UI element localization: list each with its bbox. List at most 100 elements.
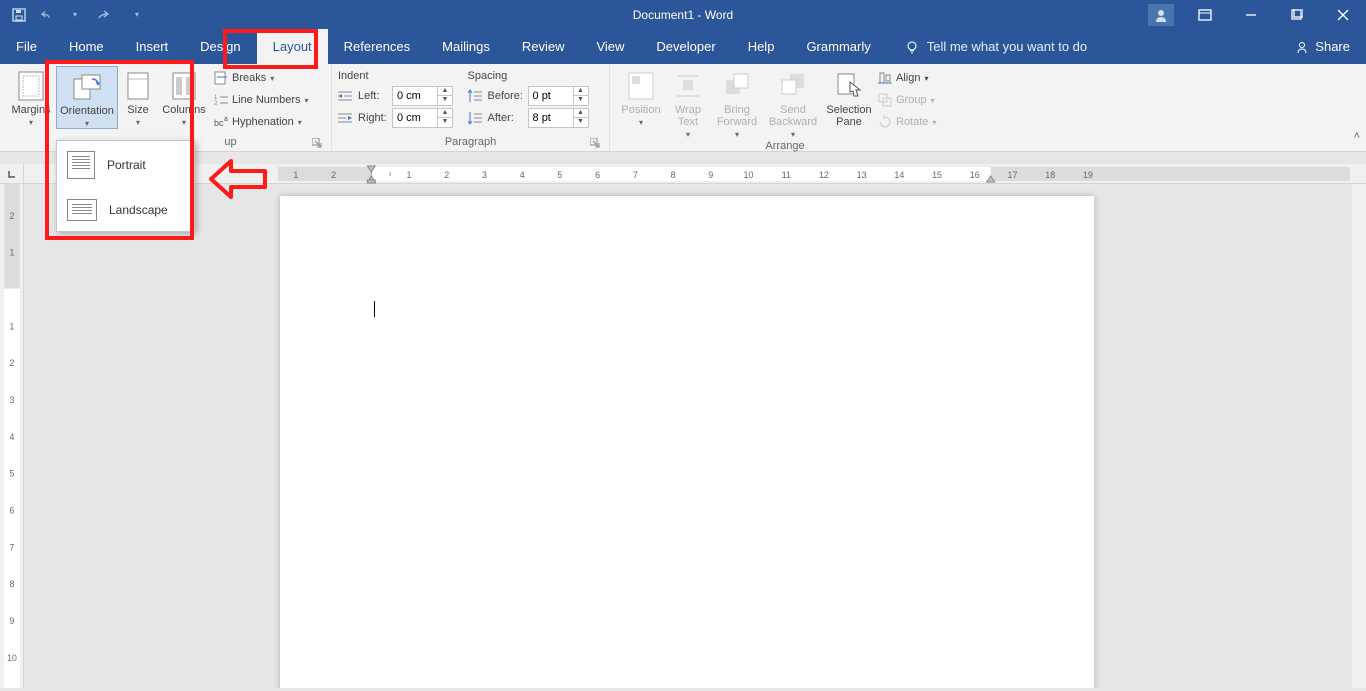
svg-text:14: 14 — [894, 170, 904, 180]
qat-customize-icon[interactable]: ▾ — [130, 8, 144, 22]
spacing-after-input[interactable]: ▲▼ — [528, 108, 589, 128]
tab-layout[interactable]: Layout — [257, 29, 328, 64]
quick-access-toolbar: ▾ ▾ — [0, 8, 144, 22]
bring-forward-icon — [721, 70, 753, 102]
dialog-launcher-icon[interactable] — [311, 138, 323, 150]
svg-text:11: 11 — [782, 170, 791, 180]
spacing-after-label: After: — [488, 112, 524, 124]
svg-text:8: 8 — [671, 170, 676, 180]
tab-references[interactable]: References — [328, 29, 426, 64]
svg-text:2: 2 — [214, 101, 218, 107]
spacing-before-icon — [468, 89, 484, 103]
svg-text:1: 1 — [10, 321, 15, 331]
spacing-before-input[interactable]: ▲▼ — [528, 86, 589, 106]
share-button[interactable]: Share — [1295, 29, 1366, 64]
indent-right-input[interactable]: ▲▼ — [392, 108, 453, 128]
collapse-ribbon-icon[interactable]: ˄ — [1354, 130, 1360, 142]
minimize-button[interactable] — [1228, 0, 1274, 29]
svg-text:15: 15 — [932, 170, 942, 180]
svg-text:2: 2 — [10, 358, 15, 368]
undo-more-icon[interactable]: ▾ — [68, 8, 82, 22]
chevron-down-icon: ▾ — [29, 118, 33, 127]
send-backward-button: Send Backward▾ — [764, 66, 822, 139]
spin-down-icon[interactable]: ▼ — [574, 96, 588, 105]
document-workspace[interactable] — [24, 184, 1352, 688]
tab-insert[interactable]: Insert — [120, 29, 185, 64]
orientation-portrait[interactable]: Portrait — [57, 141, 194, 189]
horizontal-ruler[interactable]: 21 12345678910111213141516171819 — [0, 164, 1366, 184]
columns-button[interactable]: Columns ▾ — [158, 66, 210, 127]
svg-text:13: 13 — [857, 170, 867, 180]
group-arrange: Position▾ Wrap Text▾ Bring Forward▾ Send… — [610, 64, 960, 151]
tab-view[interactable]: View — [580, 29, 640, 64]
chevron-down-icon: ▾ — [136, 118, 140, 127]
tab-help[interactable]: Help — [732, 29, 791, 64]
spin-down-icon[interactable]: ▼ — [438, 118, 452, 127]
position-button: Position▾ — [616, 66, 666, 127]
spin-up-icon[interactable]: ▲ — [574, 87, 588, 96]
share-icon — [1295, 40, 1309, 54]
spin-up-icon[interactable]: ▲ — [574, 109, 588, 118]
svg-text:1: 1 — [293, 170, 298, 180]
ribbon: Margins ▾ Orientation ▾ Size ▾ Columns ▾… — [0, 64, 1366, 152]
line-numbers-button[interactable]: 12Line Numbers▾ — [214, 90, 309, 110]
tab-selector[interactable] — [0, 164, 24, 184]
spin-down-icon[interactable]: ▼ — [574, 118, 588, 127]
svg-text:12: 12 — [819, 170, 829, 180]
svg-text:7: 7 — [633, 170, 638, 180]
margins-button[interactable]: Margins ▾ — [6, 66, 56, 127]
group-paragraph: Indent Left: ▲▼ Right: ▲▼ Spacing Before… — [332, 64, 610, 151]
size-button[interactable]: Size ▾ — [118, 66, 158, 127]
tab-design[interactable]: Design — [184, 29, 256, 64]
svg-text:2: 2 — [331, 170, 336, 180]
save-icon[interactable] — [12, 8, 26, 22]
document-page[interactable] — [280, 196, 1094, 688]
vertical-ruler[interactable]: 12 12345678910 — [0, 184, 24, 688]
svg-text:10: 10 — [744, 170, 754, 180]
landscape-icon — [67, 199, 97, 221]
orientation-landscape[interactable]: Landscape — [57, 189, 194, 231]
vertical-scrollbar[interactable] — [1352, 184, 1366, 688]
redo-icon[interactable] — [96, 8, 110, 22]
account-icon[interactable] — [1148, 4, 1174, 26]
align-icon — [878, 71, 892, 85]
lightbulb-icon — [905, 40, 919, 54]
tab-developer[interactable]: Developer — [640, 29, 731, 64]
spin-up-icon[interactable]: ▲ — [438, 87, 452, 96]
hyphenation-button[interactable]: bca-Hyphenation▾ — [214, 112, 309, 132]
maximize-button[interactable] — [1274, 0, 1320, 29]
tab-grammarly[interactable]: Grammarly — [790, 29, 886, 64]
spin-up-icon[interactable]: ▲ — [438, 109, 452, 118]
tab-mailings[interactable]: Mailings — [426, 29, 506, 64]
selection-pane-button[interactable]: Selection Pane — [822, 66, 876, 128]
align-button[interactable]: Align▾ — [878, 68, 936, 88]
wrap-text-icon — [672, 70, 704, 102]
breaks-button[interactable]: Breaks▾ — [214, 68, 309, 88]
chevron-down-icon: ▾ — [85, 119, 89, 128]
indent-left-icon — [338, 89, 354, 103]
dialog-launcher-icon[interactable] — [589, 138, 601, 150]
margins-icon — [15, 70, 47, 102]
svg-text:5: 5 — [10, 469, 15, 479]
share-label: Share — [1315, 39, 1350, 54]
close-button[interactable] — [1320, 0, 1366, 29]
hyphenation-icon: bca- — [214, 115, 228, 129]
rotate-button: Rotate▾ — [878, 112, 936, 132]
svg-text:7: 7 — [10, 542, 15, 552]
undo-icon[interactable] — [40, 8, 54, 22]
tell-me[interactable]: Tell me what you want to do — [887, 29, 1087, 64]
spin-down-icon[interactable]: ▼ — [438, 96, 452, 105]
tab-home[interactable]: Home — [53, 29, 120, 64]
group-label-arrange: Arrange — [765, 140, 804, 152]
tab-file[interactable]: File — [0, 29, 53, 64]
ribbon-display-icon[interactable] — [1182, 0, 1228, 29]
svg-text:3: 3 — [10, 395, 15, 405]
group-objects-button: Group▾ — [878, 90, 936, 110]
chevron-down-icon: ▾ — [182, 118, 186, 127]
svg-text:10: 10 — [7, 653, 17, 663]
orientation-button[interactable]: Orientation ▾ — [56, 66, 118, 129]
svg-text:16: 16 — [970, 170, 980, 180]
tab-review[interactable]: Review — [506, 29, 581, 64]
title-bar: ▾ ▾ Document1 - Word — [0, 0, 1366, 29]
indent-left-input[interactable]: ▲▼ — [392, 86, 453, 106]
